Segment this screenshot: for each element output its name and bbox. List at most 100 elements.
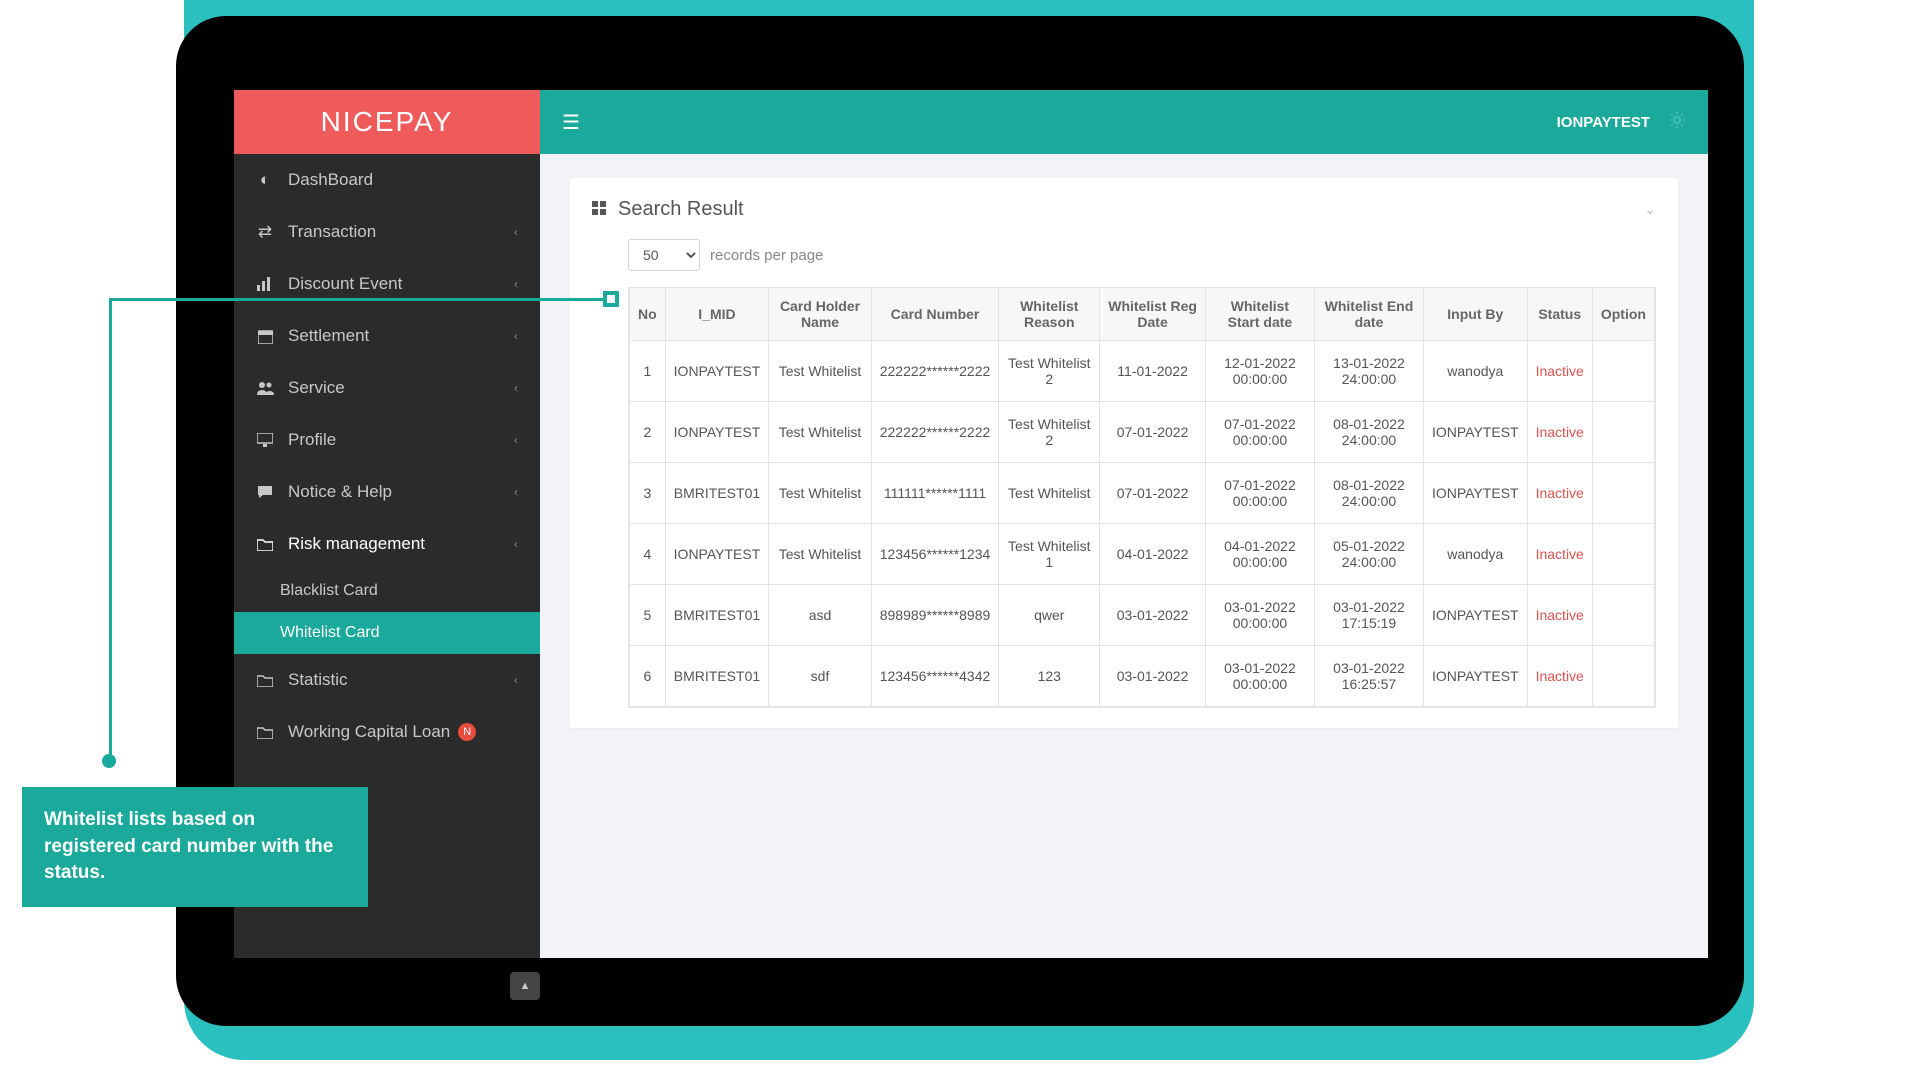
table-cell: BMRITEST01 (665, 646, 769, 707)
table-cell: 12-01-2022 00:00:00 (1205, 341, 1314, 402)
table-cell: 123456******1234 (871, 524, 999, 585)
chevron-left-icon: ‹ (514, 381, 518, 395)
table-cell: 08-01-2022 24:00:00 (1314, 463, 1423, 524)
folder-icon (254, 674, 276, 687)
sidebar-item-notice[interactable]: Notice & Help ‹ (234, 466, 540, 518)
sidebar-item-label: Statistic (288, 670, 348, 690)
chevron-left-icon: ‹ (514, 433, 518, 447)
sidebar-item-service[interactable]: Service ‹ (234, 362, 540, 414)
chevron-left-icon: ‹ (514, 673, 518, 687)
table-cell (1592, 402, 1654, 463)
table-cell: Test Whitelist 1 (999, 524, 1100, 585)
annotation-connector (109, 300, 112, 760)
table-cell: 123456******4342 (871, 646, 999, 707)
search-result-panel: Search Result ⌄ 50 records per page No (570, 178, 1678, 728)
col-status[interactable]: Status (1527, 288, 1592, 341)
chevron-left-icon: ‹ (514, 485, 518, 499)
content-area: Search Result ⌄ 50 records per page No (540, 154, 1708, 752)
sidebar-subitem-blacklist[interactable]: Blacklist Card (234, 570, 540, 612)
app-screen: NICEPAY ◐ DashBoard ⇄ Transaction ‹ Disc… (234, 90, 1708, 958)
sidebar-item-risk[interactable]: Risk management ‹ (234, 518, 540, 570)
results-table: No I_MID Card Holder Name Card Number Wh… (629, 287, 1655, 707)
table-cell (1592, 341, 1654, 402)
table-cell: Inactive (1527, 524, 1592, 585)
chevron-left-icon: ‹ (514, 277, 518, 291)
records-select[interactable]: 50 (628, 239, 700, 271)
sidebar-item-label: Settlement (288, 326, 369, 346)
table-cell: 05-01-2022 24:00:00 (1314, 524, 1423, 585)
table-cell: IONPAYTEST (665, 402, 769, 463)
grid-icon (592, 201, 606, 219)
user-label[interactable]: IONPAYTEST (1557, 114, 1650, 131)
scroll-top-button[interactable]: ▲ (510, 972, 540, 1000)
table-cell: Test Whitelist (769, 341, 871, 402)
table-cell: IONPAYTEST (665, 341, 769, 402)
sidebar-item-label: Transaction (288, 222, 376, 242)
chevron-left-icon: ‹ (514, 225, 518, 239)
table-cell: Test Whitelist (769, 402, 871, 463)
table-cell: asd (769, 585, 871, 646)
table-cell: Inactive (1527, 463, 1592, 524)
sidebar-subitem-whitelist[interactable]: Whitelist Card (234, 612, 540, 654)
sidebar-item-loan[interactable]: Working Capital Loan N (234, 706, 540, 758)
gear-icon[interactable] (1668, 111, 1686, 134)
table-cell: IONPAYTEST (1423, 463, 1527, 524)
sidebar-item-statistic[interactable]: Statistic ‹ (234, 654, 540, 706)
table-cell: 07-01-2022 (1100, 463, 1206, 524)
table-cell: 08-01-2022 24:00:00 (1314, 402, 1423, 463)
comment-icon (254, 485, 276, 499)
table-cell: 123 (999, 646, 1100, 707)
table-cell: 898989******8989 (871, 585, 999, 646)
col-imid[interactable]: I_MID (665, 288, 769, 341)
table-row: 3BMRITEST01Test Whitelist111111******111… (630, 463, 1655, 524)
chevron-down-icon[interactable]: ⌄ (1644, 201, 1656, 218)
col-holder[interactable]: Card Holder Name (769, 288, 871, 341)
col-card[interactable]: Card Number (871, 288, 999, 341)
col-no[interactable]: No (630, 288, 666, 341)
table-cell: Test Whitelist (769, 463, 871, 524)
table-row: 2IONPAYTESTTest Whitelist222222******222… (630, 402, 1655, 463)
table-cell (1592, 524, 1654, 585)
col-input[interactable]: Input By (1423, 288, 1527, 341)
sidebar-item-transaction[interactable]: ⇄ Transaction ‹ (234, 206, 540, 258)
sidebar-item-settlement[interactable]: Settlement ‹ (234, 310, 540, 362)
table-cell: 1 (630, 341, 666, 402)
col-start[interactable]: Whitelist Start date (1205, 288, 1314, 341)
table-cell: wanodya (1423, 524, 1527, 585)
table-cell: Inactive (1527, 585, 1592, 646)
col-reason[interactable]: Whitelist Reason (999, 288, 1100, 341)
hamburger-icon[interactable]: ☰ (562, 110, 580, 135)
table-cell: 03-01-2022 00:00:00 (1205, 585, 1314, 646)
sidebar-item-label: Risk management (288, 534, 425, 554)
folder-icon (254, 538, 276, 551)
table-row: 6BMRITEST01sdf123456******434212303-01-2… (630, 646, 1655, 707)
table-cell: 2 (630, 402, 666, 463)
records-per-page: 50 records per page (628, 239, 1656, 271)
table-cell: qwer (999, 585, 1100, 646)
table-cell: 3 (630, 463, 666, 524)
table-cell: Inactive (1527, 646, 1592, 707)
table-row: 5BMRITEST01asd898989******8989qwer03-01-… (630, 585, 1655, 646)
annotation-callout: Whitelist lists based on registered card… (22, 787, 368, 907)
table-cell: 4 (630, 524, 666, 585)
table-cell: 07-01-2022 (1100, 402, 1206, 463)
table-cell: 04-01-2022 00:00:00 (1205, 524, 1314, 585)
sidebar-item-profile[interactable]: Profile ‹ (234, 414, 540, 466)
table-cell: 03-01-2022 16:25:57 (1314, 646, 1423, 707)
col-end[interactable]: Whitelist End date (1314, 288, 1423, 341)
col-option[interactable]: Option (1592, 288, 1654, 341)
annotation-marker (603, 291, 619, 307)
table-cell: IONPAYTEST (1423, 402, 1527, 463)
table-cell (1592, 646, 1654, 707)
sidebar-item-dashboard[interactable]: ◐ DashBoard (234, 154, 540, 206)
chevron-left-icon: ‹ (514, 329, 518, 343)
panel-header: Search Result ⌄ (592, 198, 1656, 221)
main-area: ☰ IONPAYTEST Search Result ⌄ 50 (540, 90, 1708, 958)
folder-icon (254, 726, 276, 739)
col-reg[interactable]: Whitelist Reg Date (1100, 288, 1206, 341)
users-icon (254, 381, 276, 395)
sidebar-item-label: Discount Event (288, 274, 402, 294)
sidebar-item-discount[interactable]: Discount Event ‹ (234, 258, 540, 310)
table-cell: 11-01-2022 (1100, 341, 1206, 402)
sidebar-item-label: Notice & Help (288, 482, 392, 502)
